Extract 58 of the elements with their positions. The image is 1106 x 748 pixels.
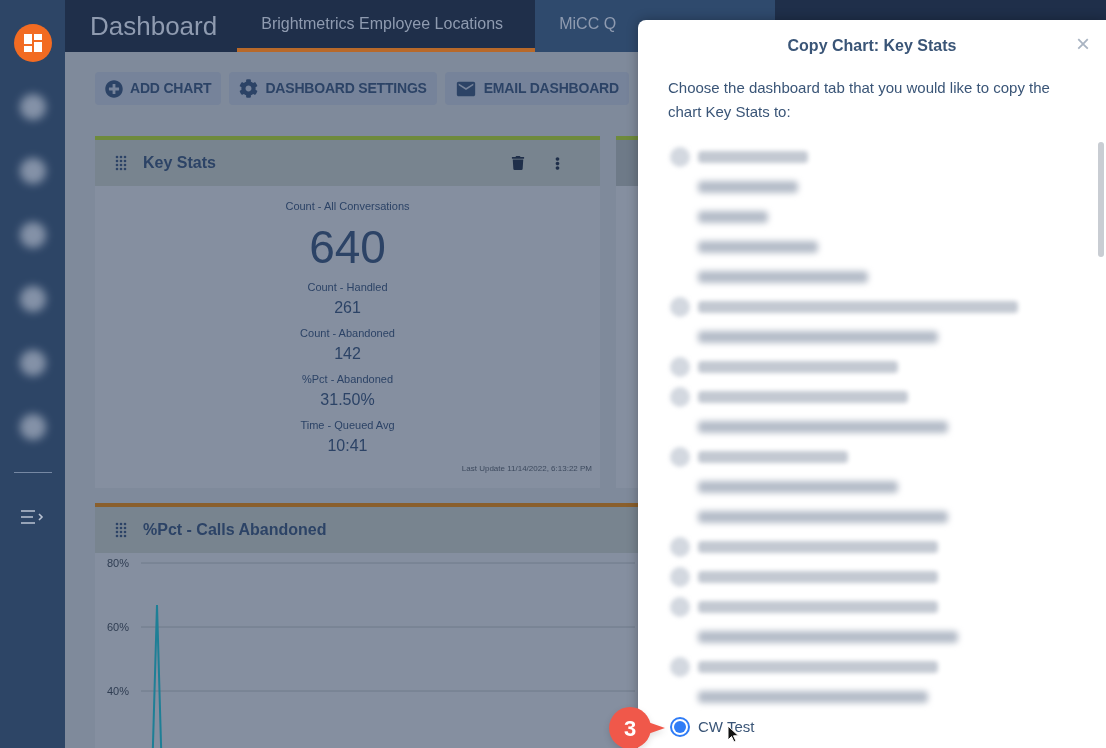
- axis-label: 40%: [106, 685, 129, 697]
- stat-value: 640: [309, 219, 386, 275]
- blurred-option[interactable]: [670, 597, 938, 617]
- card-title: %Pct - Calls Abandoned: [143, 520, 327, 540]
- blurred-option[interactable]: [698, 241, 818, 253]
- drag-handle-icon[interactable]: [115, 155, 127, 171]
- blurred-option[interactable]: [670, 447, 848, 467]
- blurred-nav-icon[interactable]: [19, 286, 46, 312]
- blurred-option[interactable]: [698, 181, 798, 193]
- add-icon: [105, 79, 123, 98]
- axis-label: 60%: [106, 621, 129, 633]
- stat-label: Count - All Conversations: [285, 199, 410, 214]
- settings-icon: [239, 79, 259, 98]
- stat-label: Time - Queued Avg: [300, 417, 395, 433]
- axis-label: 80%: [106, 557, 129, 569]
- delete-icon[interactable]: [511, 156, 525, 170]
- stat-value: 261: [334, 297, 361, 318]
- blurred-nav-icon[interactable]: [19, 350, 46, 376]
- last-update-text: Last Update 11/14/2022, 6:13:22 PM: [461, 462, 592, 475]
- stat-label: Count - Abandoned: [300, 325, 395, 341]
- blurred-option[interactable]: [698, 211, 768, 223]
- stat-value: 142: [334, 343, 361, 364]
- toolbar-button[interactable]: DASHBOARD SETTINGS: [229, 72, 437, 105]
- option-label[interactable]: CW Test: [698, 715, 755, 739]
- close-button[interactable]: ×: [1076, 32, 1090, 56]
- blurred-nav-icon[interactable]: [19, 94, 46, 120]
- blurred-option[interactable]: [698, 481, 898, 493]
- blurred-nav-icon[interactable]: [19, 222, 46, 248]
- blurred-option[interactable]: [698, 511, 948, 523]
- blurred-nav-icon[interactable]: [19, 414, 46, 440]
- dialog-instructions: Choose the dashboard tab that you would like to copy the chart Key Stats to:: [667, 78, 1051, 122]
- drag-handle-icon[interactable]: [115, 522, 127, 538]
- blurred-option[interactable]: [670, 567, 938, 587]
- blurred-option[interactable]: [698, 271, 868, 283]
- page-title: Dashboard: [89, 9, 219, 43]
- dialog-title: Copy Chart: Key Stats: [787, 36, 957, 56]
- card-title: Key Stats: [143, 153, 217, 173]
- expand-menu-icon[interactable]: [19, 509, 46, 525]
- radio-button[interactable]: [670, 717, 690, 737]
- blurred-option[interactable]: [670, 357, 898, 377]
- blurred-option[interactable]: [698, 631, 958, 643]
- toolbar-button[interactable]: EMAIL DASHBOARD: [444, 72, 629, 105]
- stat-label: Count - Handled: [307, 279, 388, 295]
- blurred-option[interactable]: [670, 537, 938, 557]
- blurred-option[interactable]: [698, 331, 938, 343]
- blurred-nav-icon[interactable]: [19, 158, 46, 184]
- dashboard-logo-icon[interactable]: [13, 24, 52, 62]
- blurred-option[interactable]: [670, 147, 808, 167]
- blurred-option[interactable]: [670, 657, 938, 677]
- blurred-option[interactable]: [670, 387, 908, 407]
- blurred-option[interactable]: [698, 421, 948, 433]
- toolbar-button[interactable]: ADD CHART: [95, 72, 222, 105]
- blurred-option[interactable]: [670, 297, 1018, 317]
- stat-value: 31.50%: [320, 389, 375, 410]
- blurred-option[interactable]: [698, 691, 928, 703]
- scrollbar[interactable]: [1098, 142, 1104, 257]
- stat-value: 10:41: [327, 435, 368, 456]
- stat-label: %Pct - Abandoned: [301, 371, 394, 387]
